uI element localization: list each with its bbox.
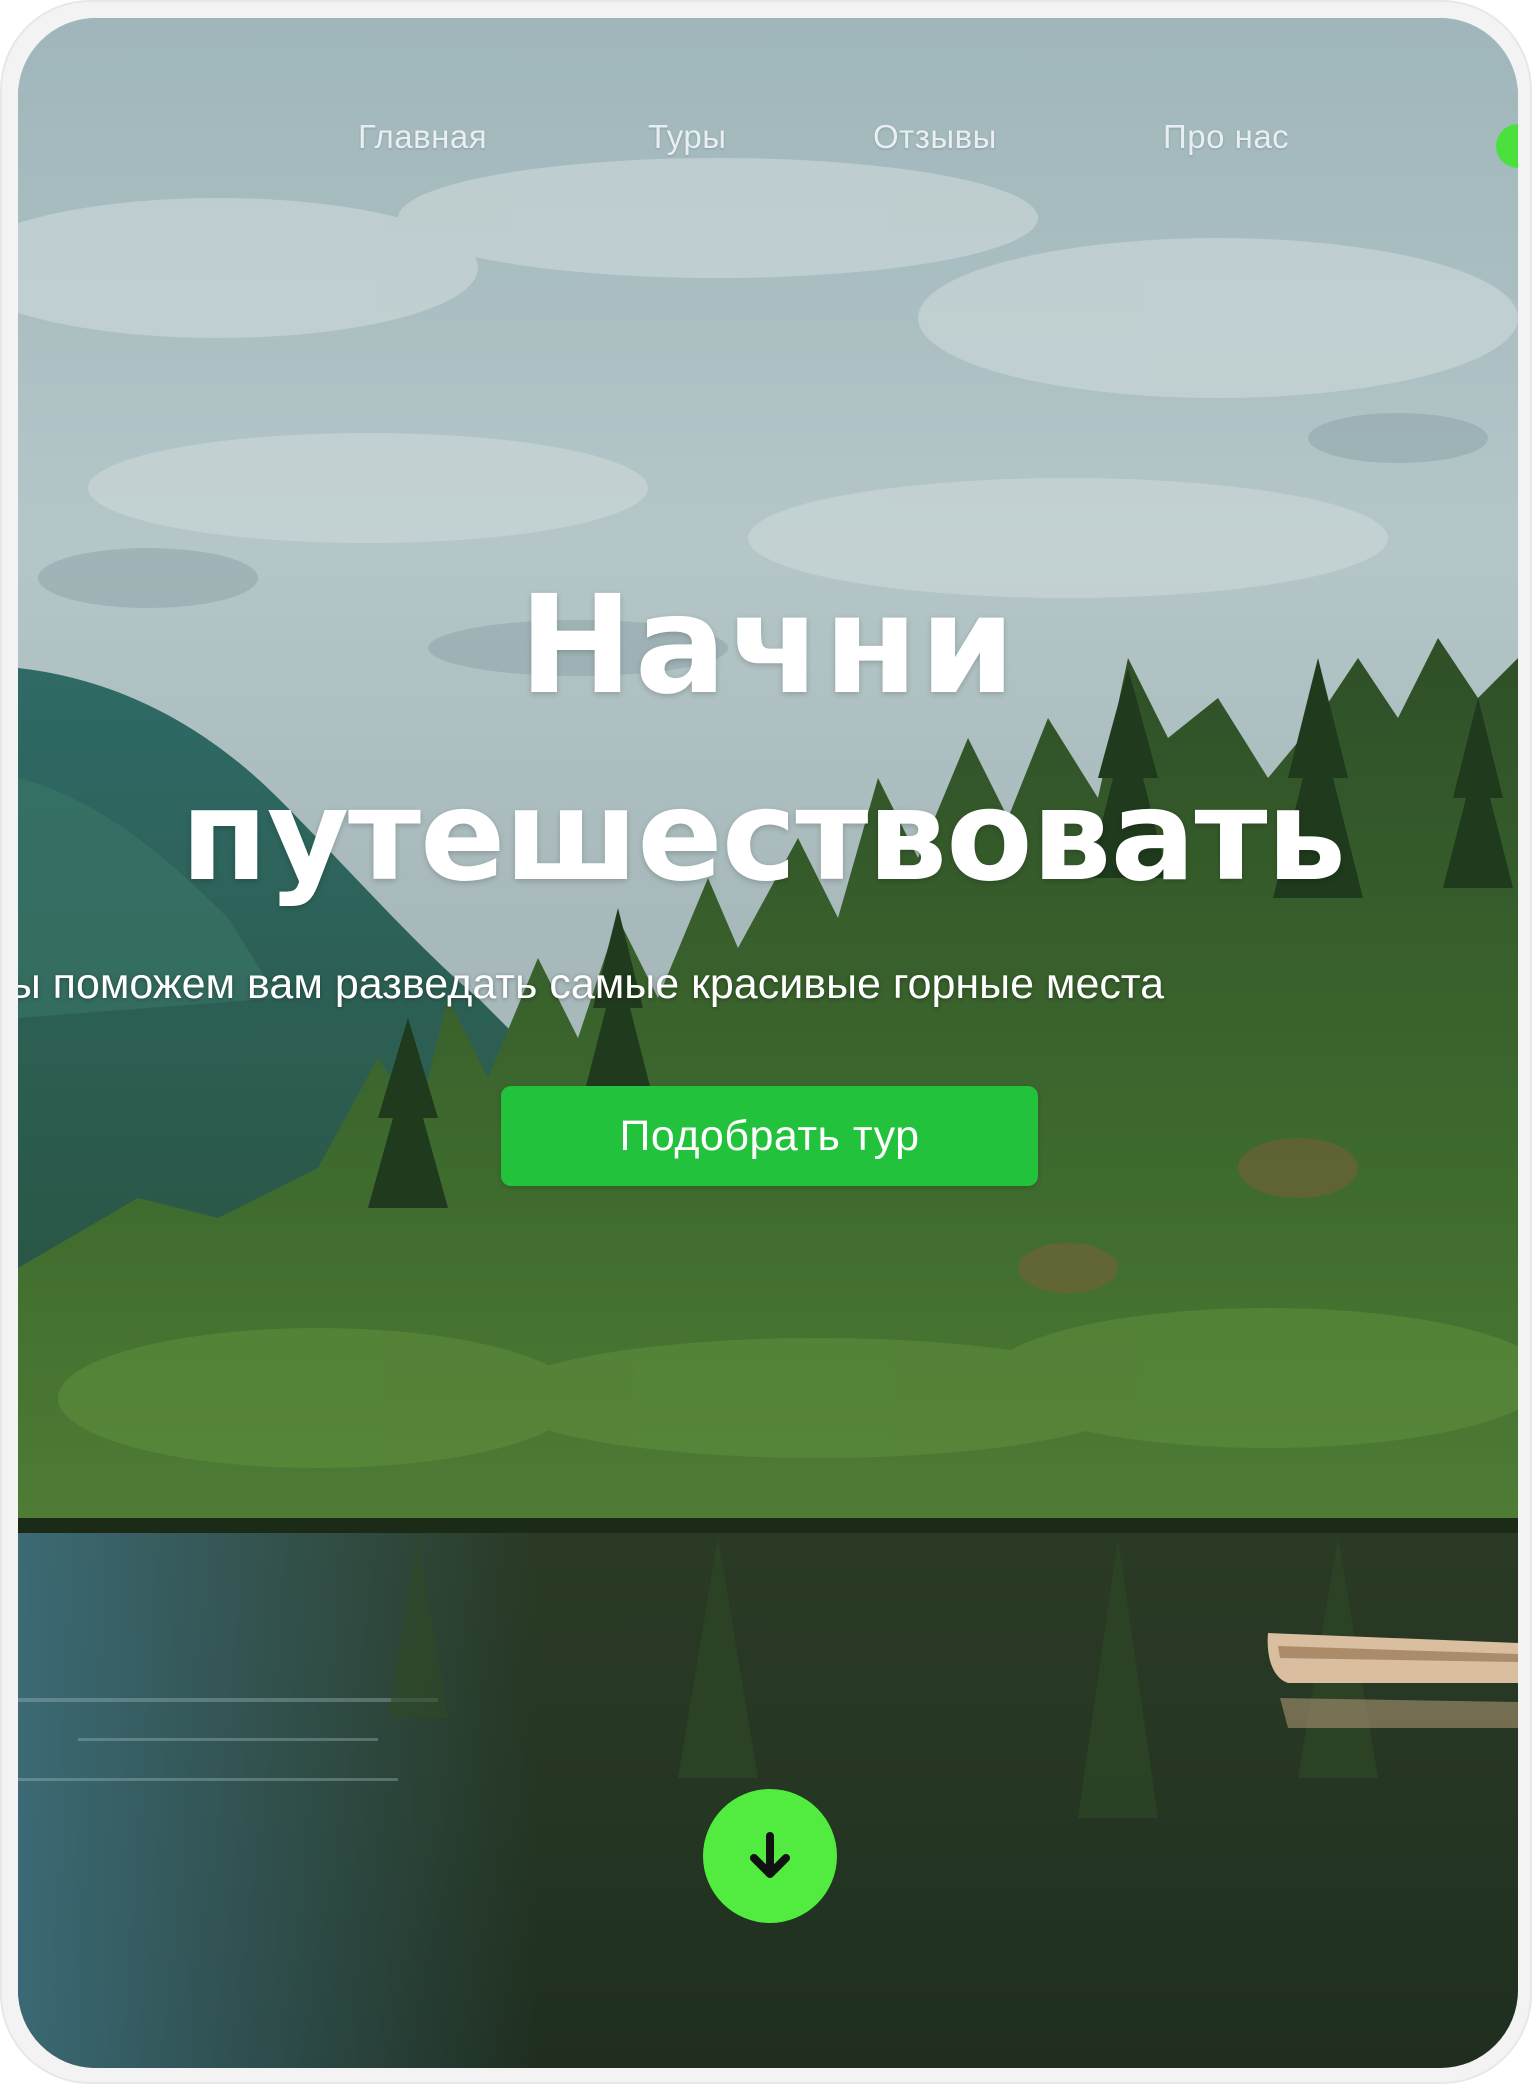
hero-title-line-2: путешествовать — [180, 762, 1346, 909]
hero-screen: Главная Туры Отзывы Про нас Начни путеше… — [18, 18, 1518, 2068]
choose-tour-button[interactable]: Подобрать тур — [501, 1086, 1038, 1186]
main-navigation: Главная Туры Отзывы Про нас — [18, 118, 1518, 178]
nav-link-about[interactable]: Про нас — [1163, 118, 1289, 156]
arrow-down-icon — [750, 1832, 790, 1878]
nav-link-tours[interactable]: Туры — [648, 118, 727, 156]
scroll-down-button[interactable] — [703, 1789, 837, 1923]
hero-subtitle: Мы поможем вам разведать самые красивые … — [18, 960, 1165, 1008]
device-frame: Главная Туры Отзывы Про нас Начни путеше… — [0, 0, 1532, 2084]
landscape-background — [18, 18, 1518, 2068]
hero-title-line-1: Начни — [518, 567, 1018, 725]
nav-link-reviews[interactable]: Отзывы — [873, 118, 997, 156]
nav-link-home[interactable]: Главная — [358, 118, 487, 156]
